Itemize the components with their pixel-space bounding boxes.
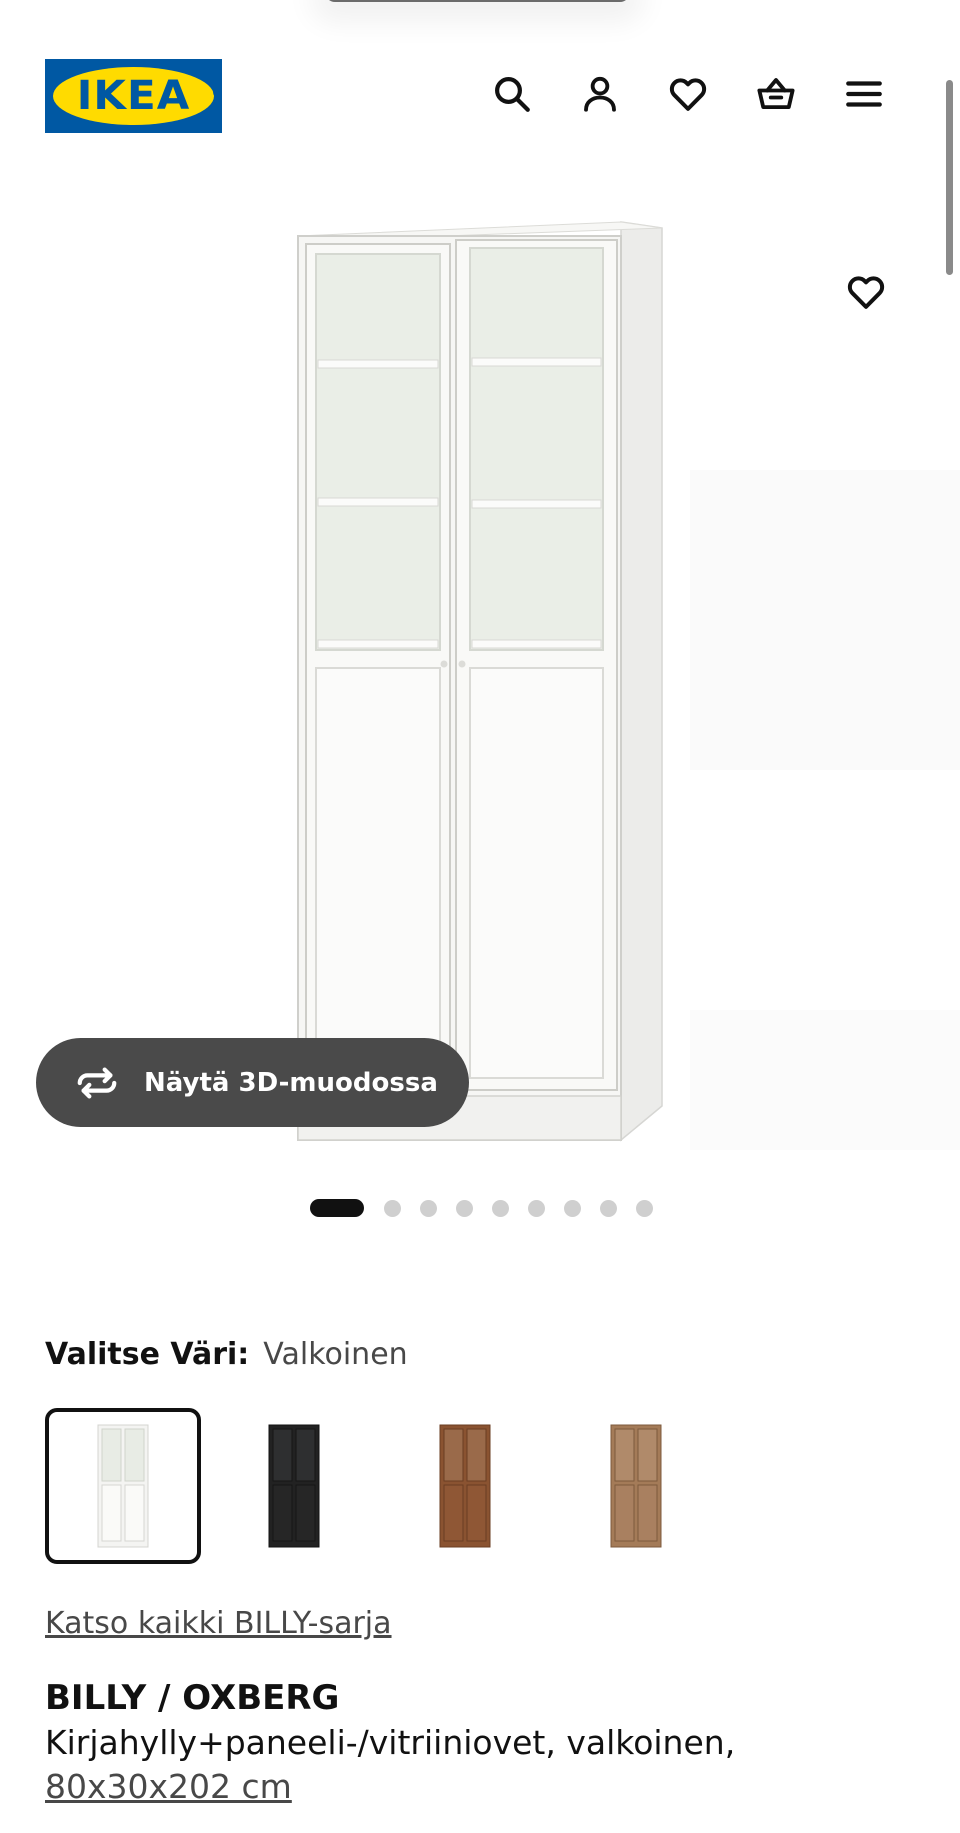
rotate-3d-icon: [74, 1060, 120, 1106]
add-to-wishlist-icon[interactable]: [842, 268, 890, 316]
view-series-link[interactable]: Katso kaikki BILLY-sarja: [45, 1606, 392, 1641]
carousel-dot[interactable]: [600, 1199, 617, 1217]
carousel-dot[interactable]: [636, 1199, 653, 1217]
heart-icon[interactable]: [664, 70, 712, 118]
carousel-dot[interactable]: [492, 1199, 509, 1217]
image-carousel-dots: [310, 1198, 672, 1218]
carousel-dot[interactable]: [456, 1199, 473, 1217]
carousel-dot[interactable]: [384, 1199, 401, 1217]
product-title: BILLY / OXBERG: [45, 1678, 340, 1718]
product-size-link[interactable]: 80x30x202 cm: [45, 1767, 292, 1806]
ikea-logo[interactable]: IKEA ®: [45, 59, 222, 133]
user-icon[interactable]: [576, 70, 624, 118]
product-description: Kirjahylly+paneeli-/vitriiniovet, valkoi…: [45, 1723, 736, 1762]
swatch-image: [97, 1424, 149, 1548]
logo-registered-mark: ®: [212, 89, 220, 98]
basket-icon[interactable]: [752, 70, 800, 118]
color-label: Valitse Väri:: [45, 1337, 250, 1372]
swatch-image: [268, 1424, 320, 1548]
swatch-image: [439, 1424, 491, 1548]
logo-oval: IKEA: [53, 67, 214, 125]
menu-icon[interactable]: [840, 70, 888, 118]
carousel-dot[interactable]: [564, 1199, 581, 1217]
color-selection: Valitse Väri: Valkoinen: [45, 1337, 408, 1372]
swatch-black[interactable]: [216, 1408, 372, 1564]
logo-text: IKEA: [76, 73, 191, 119]
carousel-dot[interactable]: [310, 1199, 364, 1217]
bookcase-image: [297, 221, 960, 1160]
color-value: Valkoinen: [263, 1337, 408, 1372]
view-3d-button[interactable]: Näytä 3D-muodossa: [36, 1038, 469, 1127]
swatch-brown-walnut[interactable]: [387, 1408, 543, 1564]
search-icon[interactable]: [488, 70, 536, 118]
carousel-dot[interactable]: [528, 1199, 545, 1217]
swatch-image: [610, 1424, 662, 1548]
view-3d-label: Näytä 3D-muodossa: [144, 1067, 438, 1098]
swatch-white[interactable]: [45, 1408, 201, 1564]
swatch-oak[interactable]: [558, 1408, 714, 1564]
carousel-dot[interactable]: [420, 1199, 437, 1217]
site-header: IKEA ®: [0, 0, 960, 150]
product-image[interactable]: [0, 150, 960, 1160]
